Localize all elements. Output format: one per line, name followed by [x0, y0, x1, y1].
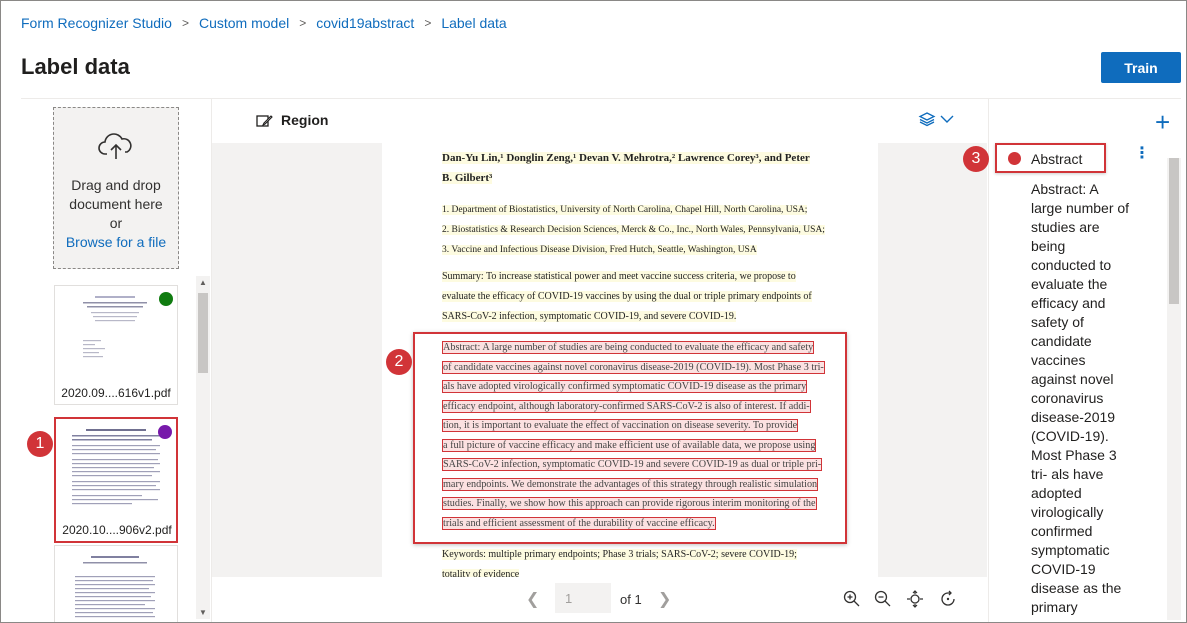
affiliation-line: 2. Biostatistics & Research Decision Sci…	[442, 225, 825, 235]
page-number-input[interactable]	[555, 583, 611, 613]
scrollbar-thumb[interactable]	[198, 293, 208, 373]
document-preview	[75, 556, 155, 618]
layers-icon	[918, 112, 936, 127]
keywords-line: Keywords: multiple primary endpoints; Ph…	[442, 549, 797, 560]
app-window: Form Recognizer Studio > Custom model > …	[0, 0, 1187, 623]
document-preview	[83, 296, 147, 358]
document-list-panel: Drag and drop document here or Browse fo…	[1, 99, 212, 622]
breadcrumb-project[interactable]: covid19abstract	[316, 15, 414, 31]
region-label: Region	[281, 112, 329, 128]
field-color-dot	[1008, 152, 1021, 165]
more-options-icon[interactable]: ⋮	[1134, 146, 1150, 162]
affiliation-line: 3. Vaccine and Infectious Disease Divisi…	[442, 245, 757, 255]
field-item-abstract[interactable]: Abstract	[995, 143, 1106, 173]
fields-panel: + Abstract ⋮ Abstract: A large number of…	[988, 99, 1186, 622]
document-name: 2020.10....906v2.pdf	[62, 523, 172, 537]
page-title: Label data	[21, 54, 130, 79]
page-count: of 1	[620, 592, 642, 607]
train-button[interactable]: Train	[1101, 52, 1181, 83]
document-thumbnail-selected[interactable]: 2020.10....906v2.pdf	[54, 417, 178, 543]
browse-file-link[interactable]: Browse for a file	[54, 233, 178, 252]
breadcrumb-custom-model[interactable]: Custom model	[199, 15, 289, 31]
summary-line: Summary: To increase statistical power a…	[442, 271, 796, 282]
field-name: Abstract	[1031, 151, 1083, 167]
affiliation-line: 1. Department of Biostatistics, Universi…	[442, 205, 808, 215]
scrollbar-thumb[interactable]	[1169, 158, 1179, 304]
dropzone-text: Drag and drop document here or Browse fo…	[54, 176, 178, 252]
breadcrumb-separator: >	[299, 16, 307, 30]
authors-line: B. Gilbert³	[442, 172, 493, 184]
scroll-down-icon[interactable]: ▼	[199, 608, 207, 617]
scroll-up-icon[interactable]: ▲	[199, 278, 207, 287]
prev-page-icon[interactable]: ❮	[526, 589, 539, 609]
rotate-icon[interactable]	[939, 590, 957, 608]
status-dot	[158, 425, 172, 439]
callout-badge: 1	[27, 431, 53, 457]
canvas-toolbar: Region	[212, 99, 987, 143]
keywords-line: totality of evidence	[442, 565, 832, 577]
document-preview	[72, 429, 160, 505]
upload-dropzone[interactable]: Drag and drop document here or Browse fo…	[53, 107, 179, 269]
dropzone-line3: or	[109, 215, 123, 231]
breadcrumb-current[interactable]: Label data	[441, 15, 506, 31]
zoom-out-icon[interactable]	[874, 590, 892, 608]
zoom-in-icon[interactable]	[843, 590, 861, 608]
breadcrumb-home[interactable]: Form Recognizer Studio	[21, 15, 172, 31]
dropzone-line1: Drag and drop	[71, 177, 161, 193]
region-tool-button[interactable]: Region	[256, 112, 328, 128]
layers-dropdown[interactable]	[918, 111, 954, 127]
chevron-down-icon	[940, 115, 954, 123]
summary-line: evaluate the efficacy of COVID-19 vaccin…	[442, 291, 812, 302]
authors-line: Dan-Yu Lin,¹ Donglin Zeng,¹ Devan V. Meh…	[442, 152, 810, 164]
document-list-scrollbar[interactable]: ▲ ▼	[196, 276, 210, 619]
abstract-selection-box	[413, 332, 847, 544]
status-dot	[159, 292, 173, 306]
add-field-icon[interactable]: +	[1155, 109, 1170, 135]
fit-to-page-icon[interactable]	[906, 590, 924, 608]
document-thumbnail[interactable]: 2020.09....616v1.pdf	[54, 285, 178, 405]
fields-scrollbar[interactable]	[1167, 158, 1181, 620]
document-name: 2020.09....616v1.pdf	[61, 386, 171, 400]
document-thumbnail[interactable]	[54, 545, 178, 622]
breadcrumb-separator: >	[424, 16, 432, 30]
dropzone-line2: document here	[69, 196, 163, 212]
callout-badge: 3	[963, 146, 989, 172]
summary-line: SARS-CoV-2 infection, symptomatic COVID-…	[442, 311, 737, 322]
page-navigator: ❮ of 1 ❯	[212, 577, 987, 622]
cloud-upload-icon	[98, 133, 132, 159]
next-page-icon[interactable]: ❯	[658, 589, 671, 609]
callout-badge: 2	[386, 349, 412, 375]
breadcrumb: Form Recognizer Studio > Custom model > …	[21, 14, 507, 32]
field-value-text: Abstract: A large number of studies are …	[1031, 181, 1130, 615]
region-draw-icon	[256, 114, 273, 127]
breadcrumb-separator: >	[181, 16, 189, 30]
